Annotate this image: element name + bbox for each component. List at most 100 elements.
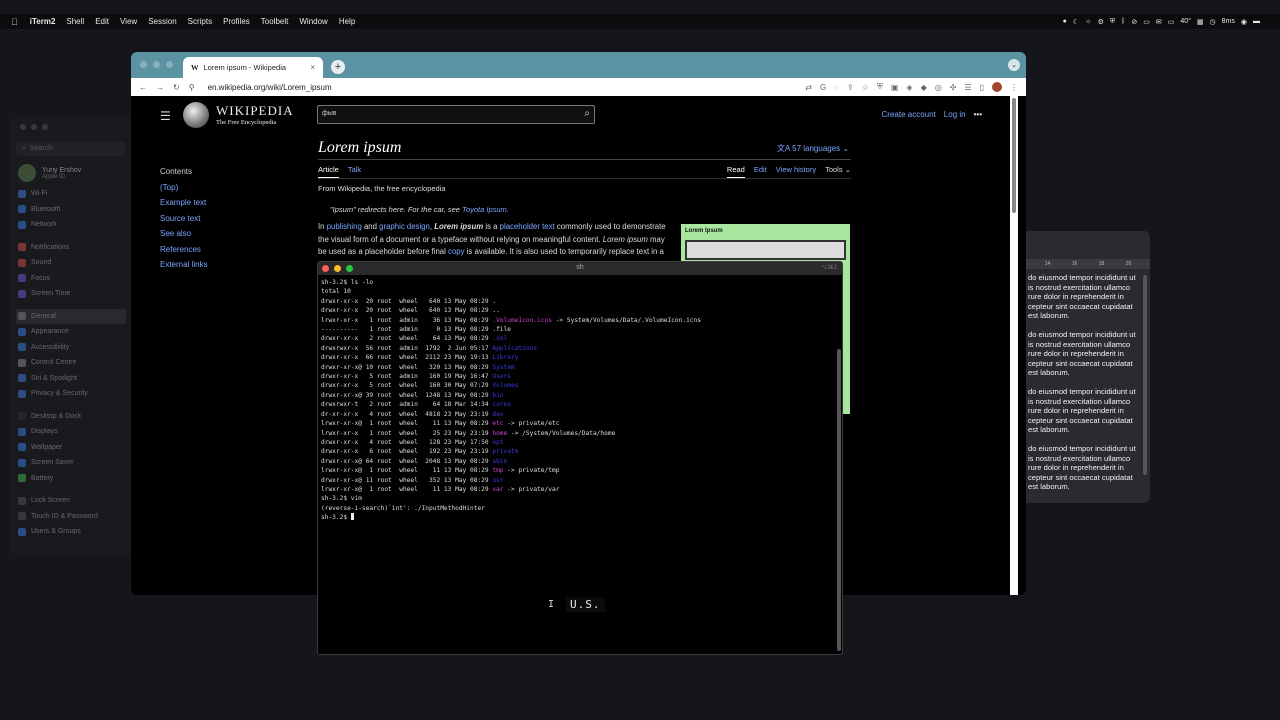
bluetooth-icon[interactable]: ᛒ [1121, 18, 1125, 25]
settings-item[interactable]: Bluetooth [10, 202, 132, 218]
toc-item[interactable]: (Top) [160, 180, 208, 196]
settings-search[interactable]: ⌕ Search [16, 142, 126, 156]
translate-icon[interactable]: ⇄ [805, 83, 812, 92]
clock-icon[interactable]: ◷ [1210, 18, 1216, 26]
moon-icon[interactable]: ☾ [1073, 18, 1079, 26]
toc-item[interactable]: References [160, 242, 208, 258]
stop-icon[interactable]: ⊘ [1131, 18, 1137, 26]
gear-icon[interactable]: ⚙ [1098, 18, 1104, 26]
mail-icon[interactable]: ✉ [1156, 18, 1162, 26]
settings-item[interactable]: Focus [10, 271, 132, 287]
toc-item[interactable]: Example text [160, 195, 208, 211]
menu-app-name[interactable]: iTerm2 [30, 17, 56, 26]
menu-scripts[interactable]: Scripts [188, 17, 212, 26]
menu-help[interactable]: Help [339, 17, 355, 26]
settings-item[interactable]: Control Centre [10, 355, 132, 371]
link-publishing[interactable]: publishing [327, 222, 362, 231]
hide-icon[interactable]: ◌ [834, 83, 839, 92]
hatnote-link[interactable]: Toyota Ipsum [462, 205, 507, 214]
terminal-titlebar[interactable]: sh ⌥⌘2 [318, 262, 842, 275]
wiki-search-input[interactable]: фыв ⌕ [317, 105, 595, 124]
menu-toolbelt[interactable]: Toolbelt [261, 17, 289, 26]
link-copy[interactable]: copy [448, 247, 464, 256]
settings-item[interactable]: Users & Groups [10, 524, 132, 540]
settings-item[interactable]: Accessibility [10, 340, 132, 356]
close-icon[interactable] [20, 124, 26, 130]
sidepanel-icon[interactable]: ▯ [980, 83, 984, 92]
tools-menu[interactable]: Tools ⌄ [825, 165, 851, 178]
toc-item[interactable]: See also [160, 226, 208, 242]
url-field[interactable]: en.wikipedia.org/wiki/Lorem_ipsum [208, 83, 332, 92]
sun-icon[interactable]: ☼ [1085, 18, 1091, 25]
tab-view-history[interactable]: View history [776, 165, 816, 178]
extension-icon[interactable]: ◆ [921, 83, 927, 92]
terminal-window[interactable]: sh ⌥⌘2 sh-3.2$ ls -lo total 10 drwxr-xr-… [317, 261, 843, 655]
link-graphic-design[interactable]: graphic design [379, 222, 430, 231]
settings-item[interactable]: Battery [10, 471, 132, 487]
profile-avatar[interactable] [992, 82, 1002, 92]
app-icon[interactable]: ◉ [1241, 18, 1247, 26]
languages-button[interactable]: 文A 57 languages ⌄ [777, 143, 849, 154]
extension-icon[interactable]: ◈ [906, 83, 912, 92]
settings-item[interactable]: General [16, 308, 126, 324]
menu-window[interactable]: Window [299, 17, 327, 26]
settings-item[interactable]: Touch ID & Password [10, 509, 132, 525]
close-icon[interactable] [140, 61, 147, 68]
settings-item[interactable]: Screen Saver [10, 455, 132, 471]
settings-item[interactable]: Sound [10, 255, 132, 271]
settings-item[interactable]: Notifications [10, 240, 132, 256]
lang-icon[interactable]: ▬ [1253, 18, 1260, 25]
login-link[interactable]: Log in [944, 110, 966, 119]
reload-icon[interactable]: ↻ [173, 83, 180, 92]
settings-item[interactable]: Appearance [10, 324, 132, 340]
settings-item[interactable]: Lock Screen [10, 493, 132, 509]
toc-item[interactable]: Source text [160, 211, 208, 227]
reading-list-icon[interactable]: ☰ [964, 83, 971, 92]
doc-scrollbar[interactable] [1143, 275, 1147, 475]
tab-read[interactable]: Read [726, 165, 745, 178]
tab-talk[interactable]: Talk [348, 165, 361, 178]
wikipedia-logo[interactable] [183, 102, 209, 128]
main-menu-icon[interactable]: ☰ [160, 109, 171, 123]
settings-item[interactable]: Desktop & Dock [10, 409, 132, 425]
search-icon[interactable]: ⌕ [584, 108, 590, 119]
settings-item[interactable]: Siri & Spotlight [10, 371, 132, 387]
extension-p-icon[interactable]: ▣ [891, 83, 899, 92]
page-scrollbar[interactable] [1010, 96, 1018, 595]
settings-user[interactable]: Yuriy Ershov Apple ID [10, 160, 132, 186]
menu-shell[interactable]: Shell [66, 17, 84, 26]
tab-edit[interactable]: Edit [754, 165, 767, 178]
chart-icon[interactable]: ▦ [1197, 18, 1204, 26]
terminal-scrollbar[interactable] [837, 349, 841, 651]
tab-search-icon[interactable]: ⌄ [1008, 59, 1020, 71]
more-options-icon[interactable]: ••• [974, 110, 982, 119]
link-placeholder-text[interactable]: placeholder text [500, 222, 555, 231]
tab-article[interactable]: Article [318, 165, 339, 178]
browser-menu-icon[interactable]: ⋮ [1010, 83, 1018, 92]
toc-item[interactable]: External links [160, 257, 208, 273]
back-icon[interactable]: ← [139, 83, 147, 92]
share-icon[interactable]: ⇪ [847, 83, 854, 92]
latency-readout[interactable]: 8ms [1222, 18, 1235, 25]
create-account-link[interactable]: Create account [882, 110, 936, 119]
scrollbar-thumb[interactable] [1012, 98, 1016, 213]
battery-icon[interactable]: ▭ [1168, 18, 1175, 26]
new-tab-button[interactable]: + [331, 60, 345, 74]
bookmark-star-icon[interactable]: ☆ [862, 83, 869, 92]
settings-item[interactable]: Wi-Fi [10, 186, 132, 202]
zoom-icon[interactable] [42, 124, 48, 130]
google-icon[interactable]: G [820, 83, 826, 92]
browser-tab[interactable]: W Lorem ipsum - Wikipedia × [183, 57, 323, 78]
terminal-output[interactable]: sh-3.2$ ls -lo total 10 drwxr-xr-x 20 ro… [318, 275, 842, 526]
minimize-icon[interactable] [31, 124, 37, 130]
temp-readout[interactable]: 40° [1180, 18, 1191, 25]
minimize-icon[interactable] [153, 61, 160, 68]
site-info-icon[interactable]: ⚲ [189, 83, 195, 92]
zoom-icon[interactable] [166, 61, 173, 68]
shield-icon[interactable]: ⛨ [1110, 18, 1115, 26]
close-tab-icon[interactable]: × [310, 63, 315, 72]
settings-item[interactable]: Privacy & Security [10, 386, 132, 402]
record-icon[interactable]: ● [1063, 18, 1067, 25]
settings-item[interactable]: Network [10, 217, 132, 233]
infobox-image[interactable] [685, 240, 846, 260]
